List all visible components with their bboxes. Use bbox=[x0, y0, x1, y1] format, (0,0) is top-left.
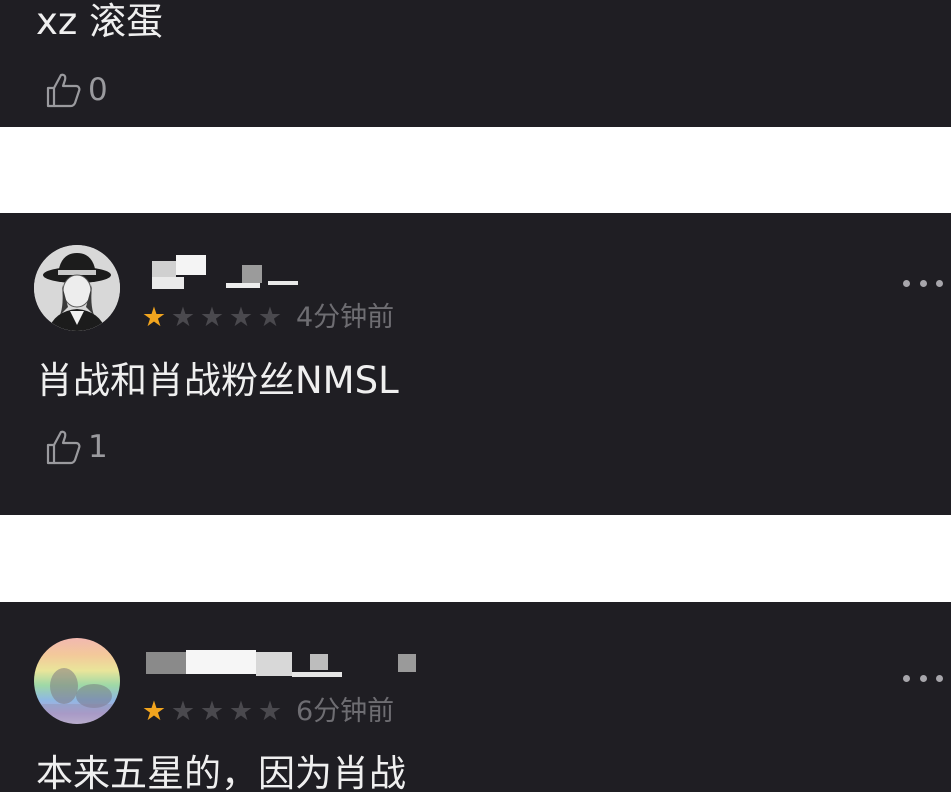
comment-text: 本来五星的，因为肖战 bbox=[36, 752, 406, 792]
more-dot bbox=[936, 279, 943, 287]
star-rating: ★ ★ ★ ★ ★ bbox=[140, 695, 284, 729]
comment-card: xz 滚蛋 0 bbox=[0, 0, 951, 127]
comment-text: 肖战和肖战粉丝NMSL bbox=[36, 359, 399, 402]
thumbs-up-icon bbox=[44, 70, 84, 110]
like-button[interactable]: 1 bbox=[44, 427, 108, 467]
star-icon: ★ bbox=[257, 696, 283, 727]
more-dots-icon bbox=[903, 279, 910, 287]
comment-card: ★ ★ ★ ★ ★ 4分钟前 肖战和肖战粉丝NMSL 1 bbox=[0, 213, 951, 515]
star-icon: ★ bbox=[170, 302, 196, 333]
comment-feed: xz 滚蛋 0 ★ ★ ★ ★ ★ 4分钟前 肖战和肖战粉丝NMSL 1 ★ ★… bbox=[0, 0, 951, 792]
star-icon: ★ bbox=[141, 302, 167, 333]
star-icon: ★ bbox=[170, 696, 196, 727]
like-button[interactable]: 0 bbox=[44, 70, 108, 110]
timestamp: 4分钟前 bbox=[296, 302, 395, 333]
more-dot bbox=[919, 279, 927, 287]
star-rating: ★ ★ ★ ★ ★ bbox=[140, 301, 284, 335]
like-count: 0 bbox=[88, 72, 108, 108]
rating-row: ★ ★ ★ ★ ★ 4分钟前 bbox=[140, 301, 394, 335]
timestamp: 6分钟前 bbox=[296, 696, 395, 727]
thumbs-up-icon bbox=[44, 427, 84, 467]
comment-text: xz 滚蛋 bbox=[36, 0, 164, 43]
more-options-button[interactable] bbox=[903, 666, 943, 690]
more-dots-icon bbox=[903, 674, 910, 682]
avatar[interactable] bbox=[34, 638, 120, 724]
more-options-button[interactable] bbox=[903, 271, 943, 295]
more-dot bbox=[919, 674, 927, 682]
comment-card: ★ ★ ★ ★ ★ 6分钟前 本来五星的，因为肖战 bbox=[0, 602, 951, 792]
star-icon: ★ bbox=[199, 696, 225, 727]
more-dot bbox=[936, 674, 943, 682]
star-icon: ★ bbox=[257, 302, 283, 333]
star-icon: ★ bbox=[199, 302, 225, 333]
star-icon: ★ bbox=[228, 302, 254, 333]
avatar[interactable] bbox=[34, 245, 120, 331]
rating-row: ★ ★ ★ ★ ★ 6分钟前 bbox=[140, 695, 394, 729]
star-icon: ★ bbox=[228, 696, 254, 727]
like-count: 1 bbox=[88, 429, 108, 465]
star-icon: ★ bbox=[141, 696, 167, 727]
